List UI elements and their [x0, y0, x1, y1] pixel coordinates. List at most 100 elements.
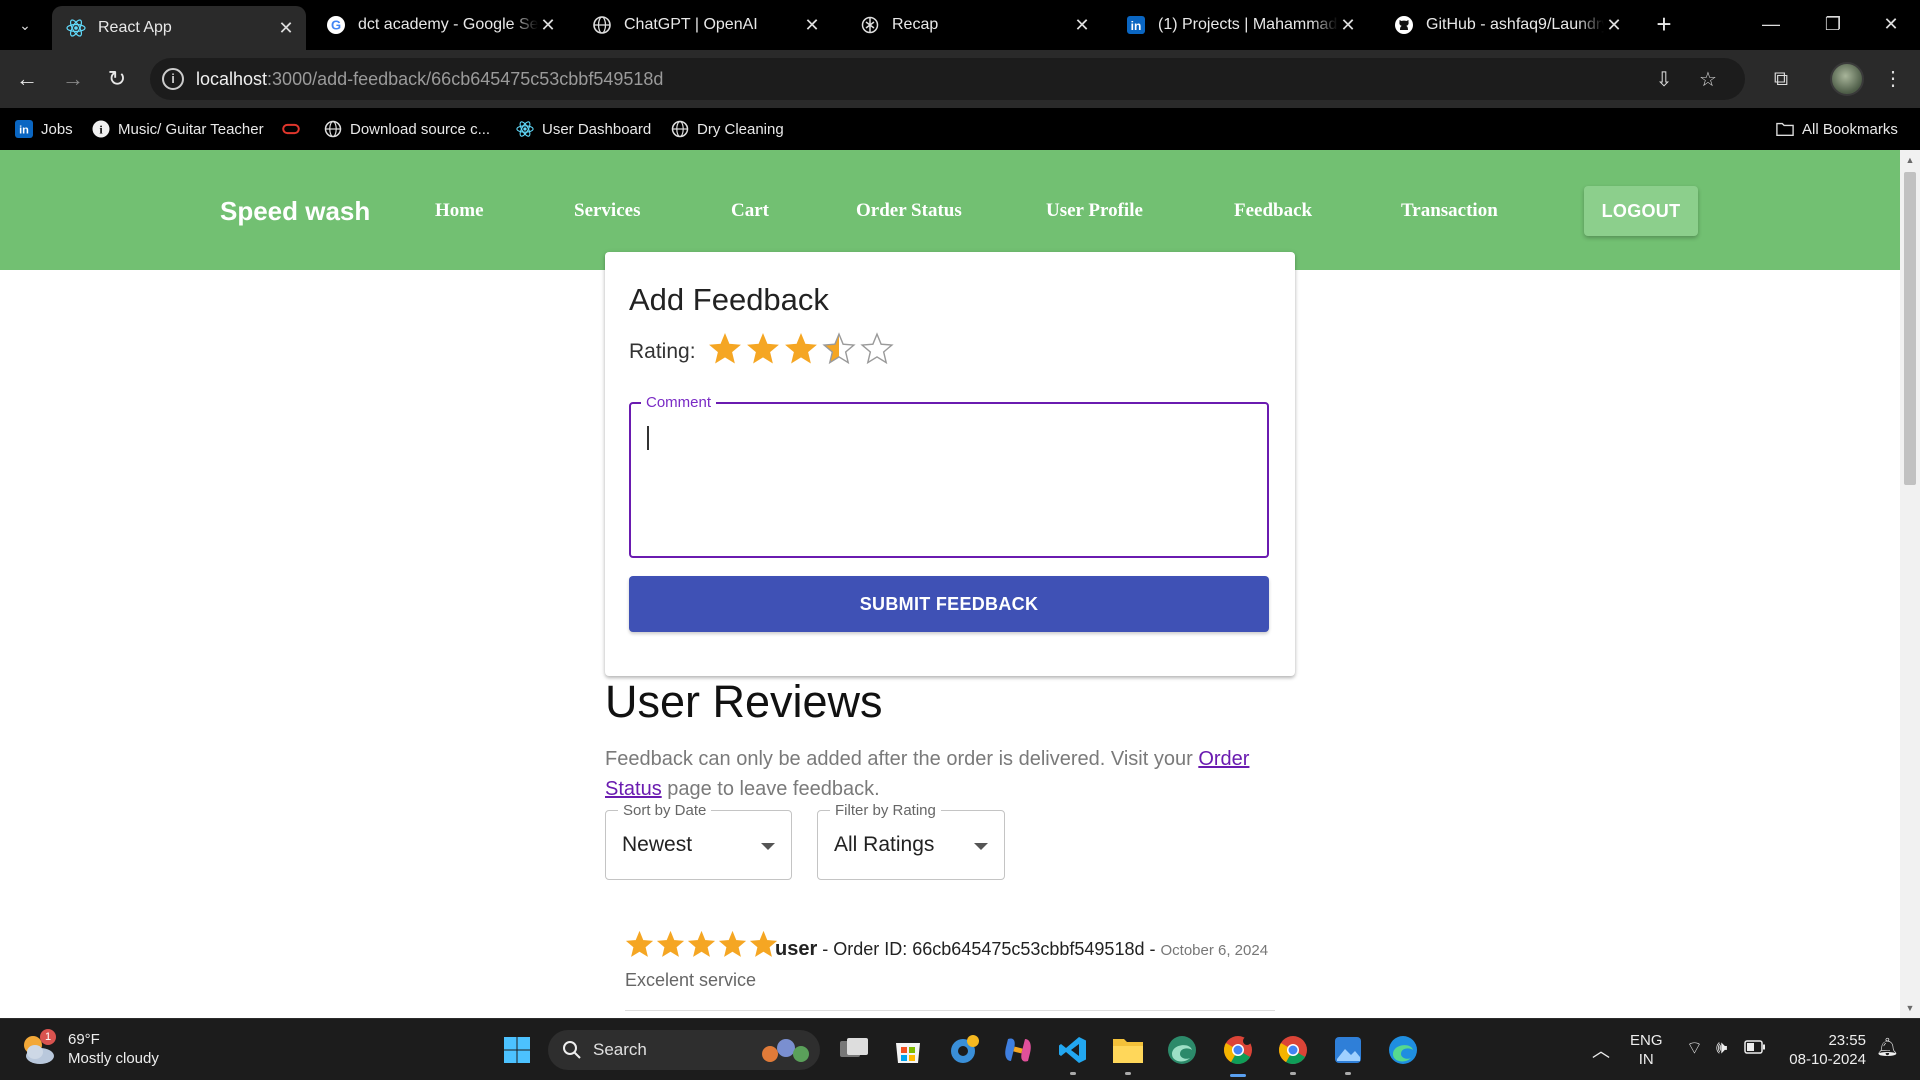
star-icon [625, 930, 654, 957]
volume-icon[interactable]: 🕪 [1716, 1037, 1727, 1058]
star-icon[interactable] [860, 332, 894, 366]
photos-icon[interactable] [1328, 1030, 1368, 1075]
star-icon[interactable] [822, 332, 856, 366]
close-window-button[interactable]: ✕ [1866, 8, 1916, 40]
chrome-active-icon[interactable] [1218, 1030, 1258, 1077]
restore-button[interactable]: ❐ [1808, 8, 1858, 40]
edge-dev-icon[interactable] [1162, 1030, 1202, 1070]
notification-bell-icon[interactable]: 🔔︎ [1876, 1037, 1899, 1058]
settings-icon[interactable] [944, 1030, 984, 1070]
copilot-icon[interactable] [998, 1030, 1038, 1070]
bookmark-oracle[interactable] [282, 118, 308, 140]
react-icon [66, 18, 86, 38]
sort-by-date-select[interactable]: Sort by Date Newest [605, 802, 792, 880]
close-tab-icon[interactable]: ✕ [802, 15, 822, 36]
nav-transaction[interactable]: Transaction [1401, 200, 1498, 222]
tab-title: Recap [892, 16, 939, 33]
nav-user-profile[interactable]: User Profile [1046, 200, 1143, 222]
browser-toolbar: ← → ↻ i localhost:3000/add-feedback/66cb… [0, 50, 1920, 108]
file-explorer-icon[interactable] [1108, 1030, 1148, 1075]
vscode-icon[interactable] [1053, 1030, 1093, 1075]
forward-button[interactable]: → [58, 64, 88, 94]
close-tab-icon[interactable]: ✕ [1338, 15, 1358, 36]
install-app-icon[interactable]: ⇩ [1652, 68, 1676, 92]
dropdown-arrow-icon [974, 843, 988, 850]
add-feedback-card: Add Feedback Rating: Comment SUBMIT FEED… [605, 252, 1295, 676]
scroll-thumb[interactable] [1904, 172, 1916, 485]
close-tab-icon[interactable]: ✕ [276, 18, 296, 39]
close-tab-icon[interactable]: ✕ [538, 15, 558, 36]
chrome-icon[interactable] [1273, 1030, 1313, 1075]
nav-cart[interactable]: Cart [731, 200, 769, 222]
svg-text:in: in [1131, 19, 1142, 33]
profile-avatar[interactable] [1830, 62, 1864, 96]
star-icon [749, 930, 778, 957]
scroll-up-icon[interactable]: ▲ [1904, 154, 1916, 166]
scroll-down-icon[interactable]: ▼ [1904, 1002, 1916, 1014]
minimize-button[interactable]: — [1746, 8, 1796, 40]
tab-linkedin-projects[interactable]: in (1) Projects | Mahammad Hussain ✕ [1112, 7, 1368, 43]
nav-order-status[interactable]: Order Status [856, 200, 962, 222]
new-tab-button[interactable]: + [1650, 10, 1678, 38]
bookmark-music-guitar-teacher[interactable]: i Music/ Guitar Teacher [92, 118, 264, 140]
star-icon[interactable] [746, 332, 780, 366]
temperature: 69°F [68, 1031, 100, 1048]
language-indicator[interactable]: ENG IN [1630, 1031, 1663, 1069]
url-text[interactable]: localhost:3000/add-feedback/66cb645475c5… [196, 69, 663, 90]
show-hidden-icons[interactable]: ︿ [1592, 1037, 1610, 1063]
address-bar[interactable]: i localhost:3000/add-feedback/66cb645475… [150, 58, 1745, 100]
windows-taskbar: 1 69°F Mostly cloudy Search ︿ ENG IN ⌔ 🕪 2… [0, 1018, 1920, 1080]
nav-services[interactable]: Services [574, 200, 640, 222]
star-icon [656, 930, 685, 957]
task-view-icon[interactable] [834, 1030, 874, 1070]
star-icon[interactable] [784, 332, 818, 366]
comment-field[interactable]: Comment [629, 394, 1269, 558]
review-comment: Excelent service [625, 970, 757, 990]
battery-icon[interactable] [1744, 1040, 1766, 1058]
all-bookmarks[interactable]: All Bookmarks [1776, 118, 1898, 140]
back-button[interactable]: ← [12, 64, 42, 94]
bookmark-download-source[interactable]: Download source c... [324, 118, 490, 140]
bookmark-user-dashboard[interactable]: User Dashboard [516, 118, 651, 140]
nav-home[interactable]: Home [435, 200, 484, 222]
extensions-icon[interactable]: ⧉ [1768, 66, 1794, 92]
close-tab-icon[interactable]: ✕ [1072, 15, 1092, 36]
cloudy-weather-icon: 1 [18, 1029, 58, 1069]
react-icon [516, 120, 534, 138]
wifi-icon[interactable]: ⌔ [1686, 1037, 1703, 1060]
page-scrollbar[interactable]: ▲ ▼ [1900, 150, 1920, 1018]
rating-stars[interactable] [708, 332, 894, 366]
windows-start-icon[interactable] [497, 1030, 537, 1070]
tab-github[interactable]: GitHub - ashfaq9/Laundry ✕ [1380, 7, 1634, 43]
logout-button[interactable]: LOGOUT [1584, 186, 1698, 236]
reload-button[interactable]: ↻ [102, 64, 132, 94]
tab-chatgpt[interactable]: ChatGPT | OpenAI ✕ [578, 7, 832, 43]
star-icon[interactable] [708, 332, 742, 366]
nav-feedback[interactable]: Feedback [1234, 200, 1312, 222]
close-tab-icon[interactable]: ✕ [1604, 15, 1624, 36]
sort-value: Newest [622, 833, 693, 856]
site-info-icon[interactable]: i [162, 68, 184, 90]
tab-search-chevron-icon[interactable]: ⌄ [14, 14, 36, 36]
weather-widget[interactable]: 1 69°F Mostly cloudy [18, 1029, 159, 1069]
filter-value: All Ratings [834, 833, 935, 856]
edge-icon[interactable] [1383, 1030, 1423, 1070]
browser-menu-icon[interactable]: ⋮ [1880, 66, 1906, 92]
brand-logo[interactable]: Speed wash [220, 196, 370, 227]
bookmarks-bar: in Jobs i Music/ Guitar Teacher Download… [0, 108, 1920, 150]
bookmark-dry-cleaning[interactable]: Dry Cleaning [671, 118, 784, 140]
tab-recap[interactable]: Recap ✕ [846, 7, 1102, 43]
submit-feedback-button[interactable]: SUBMIT FEEDBACK [629, 576, 1269, 632]
tab-react-app[interactable]: React App ✕ [52, 6, 306, 50]
system-clock[interactable]: 23:55 08-10-2024 [1786, 1031, 1866, 1069]
star-icon [718, 930, 747, 957]
feedback-notice: Feedback can only be added after the ord… [605, 748, 1250, 800]
tab-title: (1) Projects | Mahammad Hussain [1158, 16, 1338, 33]
microsoft-store-icon[interactable] [888, 1030, 928, 1070]
bookmark-star-icon[interactable]: ☆ [1696, 68, 1720, 92]
filter-by-rating-select[interactable]: Filter by Rating All Ratings [817, 802, 1005, 880]
openai-icon [860, 15, 880, 35]
bookmark-jobs[interactable]: in Jobs [15, 118, 73, 140]
taskbar-search[interactable]: Search [548, 1030, 820, 1070]
tab-google-search[interactable]: G dct academy - Google Search ✕ [312, 7, 568, 43]
